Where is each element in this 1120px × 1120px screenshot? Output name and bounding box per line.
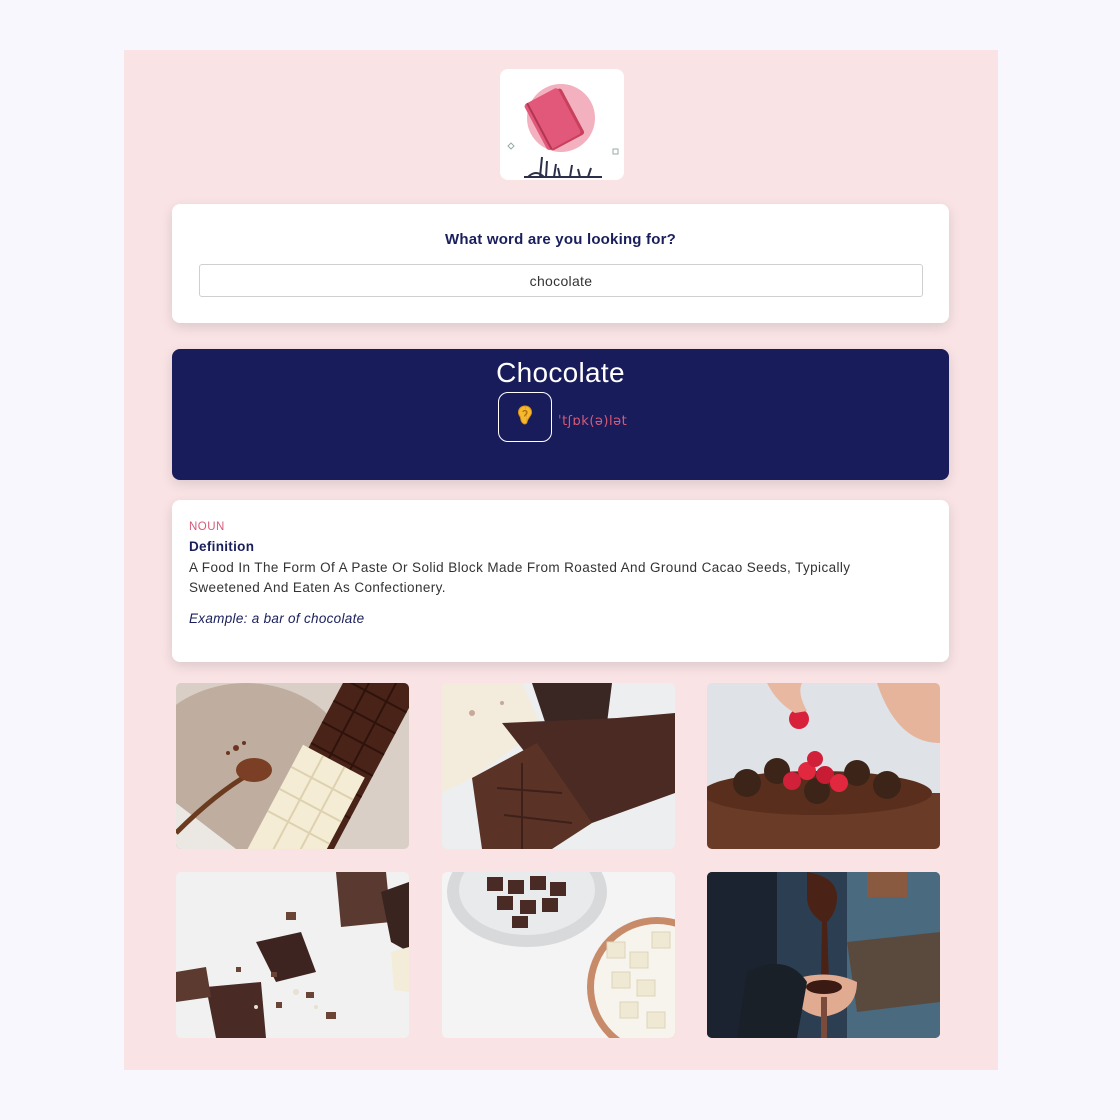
definition-text: A Food In The Form Of A Paste Or Solid B… xyxy=(189,560,851,595)
definition-label: Definition xyxy=(189,539,255,554)
search-input[interactable] xyxy=(199,264,923,297)
phonetic-text: ˈtʃɒk(ə)lət xyxy=(558,414,628,429)
dictionary-app: What word are you looking for? Chocolate… xyxy=(124,50,998,1070)
word-title: Chocolate xyxy=(496,357,625,388)
gallery-image-chocolate-cake-raspberries[interactable] xyxy=(707,683,940,849)
play-pronunciation-button[interactable] xyxy=(498,392,552,442)
word-header: Chocolate ˈtʃɒk(ə)lət xyxy=(172,349,949,480)
gallery-image-chocolate-bowl[interactable] xyxy=(442,872,675,1038)
gallery-image-broken-chocolate[interactable] xyxy=(442,683,675,849)
gallery-image-chocolate-bars-plate[interactable] xyxy=(176,683,409,849)
example-text: Example: a bar of chocolate xyxy=(189,611,365,626)
gallery-image-melted-chocolate[interactable] xyxy=(707,872,940,1038)
part-of-speech: NOUN xyxy=(189,521,225,533)
ear-icon xyxy=(517,405,533,430)
search-card: What word are you looking for? xyxy=(172,204,949,323)
app-logo xyxy=(500,69,624,180)
gallery-image-chocolate-shavings[interactable] xyxy=(176,872,409,1038)
definition-card: NOUN Definition A Food In The Form Of A … xyxy=(172,500,949,662)
search-prompt: What word are you looking for? xyxy=(445,231,676,248)
